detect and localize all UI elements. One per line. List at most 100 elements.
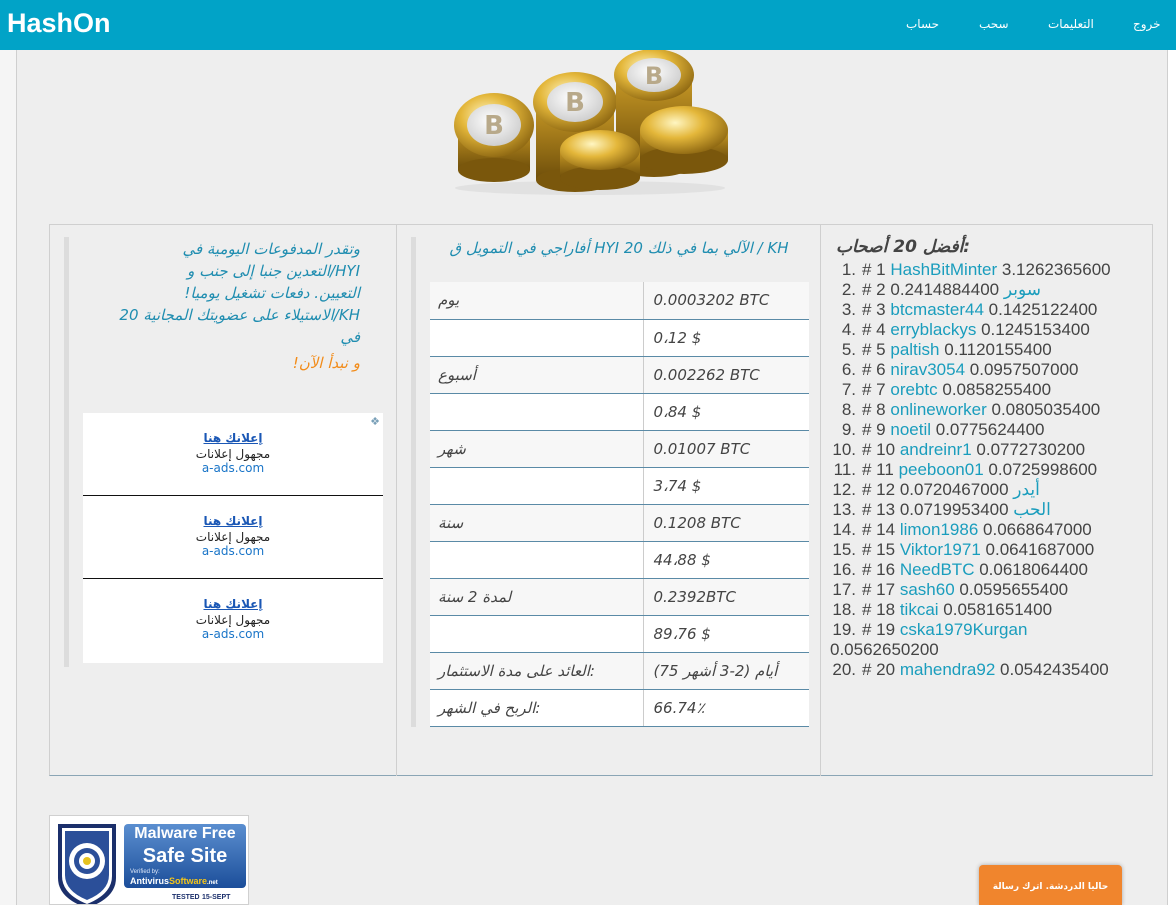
top-user-name[interactable]: HashBitMinter (890, 260, 997, 279)
ad-title[interactable]: إعلانك هنا (83, 579, 383, 611)
top-user-name[interactable]: orebtc (890, 380, 937, 399)
top-user-name[interactable]: peeboon01 (899, 460, 984, 479)
top-user-amount: 0.1245153400 (981, 320, 1090, 339)
top-user-number: 10. (832, 440, 856, 459)
top-user-name[interactable]: cska1979Kurgan (900, 620, 1028, 639)
top-user-entry: 13. # 13 0.0719953400 الحب (830, 500, 1130, 520)
top-user-rank: # 5 (862, 340, 886, 359)
top-user-amount: 0.2414884400 (890, 280, 1000, 299)
top-user-name[interactable]: tikcai (900, 600, 939, 619)
top-user-name[interactable]: erryblackys (890, 320, 976, 339)
ad-url[interactable]: a-ads.com (83, 627, 383, 641)
profit-period-label: أسبوع (430, 356, 644, 394)
top-user-number: 16. (832, 560, 856, 579)
ad-item[interactable]: إعلانك هنا مجهول إعلانات a-ads.com (83, 579, 383, 662)
profit-period-label: الربح في الشهر: (430, 689, 644, 727)
top-user-amount: 0.0542435400 (1000, 660, 1109, 679)
top-user-number: 12. (832, 480, 856, 499)
nav-link-withdraw[interactable]: سحب (979, 17, 1009, 31)
top-user-number: 5. (841, 340, 856, 359)
top-user-name[interactable]: paltish (890, 340, 939, 359)
top-user-name[interactable]: أيدر (1013, 480, 1040, 499)
top-user-name[interactable]: سوبر (1004, 280, 1041, 299)
profit-period-label (430, 393, 644, 431)
profit-value: 89،76 $ (643, 615, 809, 653)
top-user-entry: 19. # 19 cska1979Kurgan 0.0562650200 (830, 620, 1130, 660)
top-user-name[interactable]: sash60 (900, 580, 955, 599)
top-user-rank: # 19 (862, 620, 896, 639)
profit-value: 0.0003202 BTC (643, 282, 809, 320)
top-user-rank: # 14 (862, 520, 896, 539)
top-user-rank: # 17 (862, 580, 896, 599)
top-user-amount: 0.0957507000 (969, 360, 1079, 379)
top-user-number: 17. (832, 580, 856, 599)
top-user-amount: 0.0641687000 (985, 540, 1095, 559)
badge-title: Malware Free (134, 825, 236, 842)
top-user-entry: 7. # 7 orebtc 0.0858255400 (830, 380, 1130, 400)
top-user-name[interactable]: andreinr1 (900, 440, 972, 459)
profit-period-label (430, 467, 644, 505)
profit-period-label: شهر (430, 430, 644, 468)
malware-free-badge[interactable]: Malware Free Safe Site Verified by: Anti… (49, 815, 249, 905)
ad-subtitle: مجهول إعلانات (195, 530, 271, 544)
top-user-name[interactable]: onlineworker (890, 400, 986, 419)
top-user-amount: 0.0581651400 (943, 600, 1053, 619)
top-user-amount: 0.0668647000 (983, 520, 1092, 539)
top-user-amount: 0.0720467000 (899, 480, 1009, 499)
profit-value: (أيام (2-3 أشهر 75 (643, 652, 809, 690)
ad-item[interactable]: إعلانك هنا مجهول إعلانات a-ads.com (83, 413, 383, 496)
profit-period-label (430, 319, 644, 357)
top-user-name[interactable]: noetil (890, 420, 931, 439)
top-user-name[interactable]: Viktor1971 (900, 540, 981, 559)
bitcoin-coins-image: B B B (454, 50, 728, 195)
top-user-name[interactable]: limon1986 (900, 520, 978, 539)
profit-value: 0،84 $ (643, 393, 809, 431)
profit-value: 0.01007 BTC (643, 430, 809, 468)
badge-tested: TESTED (172, 894, 200, 901)
promo-cta[interactable]: و نبدأ الآن! (80, 352, 360, 374)
nav-link-logout[interactable]: خروج (1133, 17, 1161, 31)
left-gutter (0, 50, 17, 905)
top-user-entry: 6. # 6 nirav3054 0.0957507000 (830, 360, 1130, 380)
ad-title[interactable]: إعلانك هنا (83, 496, 383, 528)
ad-item[interactable]: إعلانك هنا مجهول إعلانات a-ads.com (83, 496, 383, 579)
top-user-name[interactable]: btcmaster44 (890, 300, 984, 319)
profit-value: 0،12 $ (643, 319, 809, 357)
top-user-amount: 0.0562650200 (830, 640, 939, 659)
brand-logo[interactable]: HashOn (7, 8, 111, 39)
top-user-name[interactable]: mahendra92 (900, 660, 995, 679)
profit-value: 3،74 $ (643, 467, 809, 505)
ad-url[interactable]: a-ads.com (83, 461, 383, 475)
top-user-amount: 0.1425122400 (988, 300, 1098, 319)
ad-title[interactable]: إعلانك هنا (83, 413, 383, 445)
top-user-entry: 18. # 18 tikcai 0.0581651400 (830, 600, 1130, 620)
top-user-name[interactable]: nirav3054 (890, 360, 965, 379)
top-user-entry: 12. # 12 0.0720467000 أيدر (830, 480, 1130, 500)
top-user-amount: 0.0858255400 (942, 380, 1052, 399)
nav-link-account[interactable]: حساب (906, 17, 939, 31)
top-user-entry: 3. # 3 btcmaster44 0.1425122400 (830, 300, 1130, 320)
top-user-amount: 0.0772730200 (976, 440, 1086, 459)
top-user-name[interactable]: الحب (1013, 500, 1051, 519)
top-user-number: 3. (841, 300, 856, 319)
top-user-name[interactable]: NeedBTC (900, 560, 975, 579)
profit-period-label: يوم (430, 282, 644, 320)
ad-url[interactable]: a-ads.com (83, 544, 383, 558)
top-user-amount: 0.1120155400 (944, 340, 1052, 359)
ad-subtitle: مجهول إعلانات (195, 447, 271, 461)
top-user-number: 18. (832, 600, 856, 619)
top-user-rank: # 1 (862, 260, 886, 279)
promo-line-3: التعيين. دفعات تشغيل يوميا! (184, 284, 360, 302)
top-user-entry: 15. # 15 Viktor1971 0.0641687000 (830, 540, 1130, 560)
top-user-rank: # 7 (862, 380, 886, 399)
top-user-entry: 16. # 16 NeedBTC 0.0618064400 (830, 560, 1130, 580)
top-user-entry: 11. # 11 peeboon01 0.0725998600 (830, 460, 1130, 480)
live-chat-button[interactable]: حاليا الدردشة. اترك رسالة (979, 865, 1122, 905)
badge-brand-b: Software (169, 876, 208, 886)
ad-subtitle: مجهول إعلانات (195, 613, 271, 627)
right-gutter (1167, 50, 1176, 905)
top-user-rank: # 3 (862, 300, 886, 319)
nav-link-instructions[interactable]: التعليمات (1048, 17, 1094, 31)
top-user-rank: # 6 (862, 360, 886, 379)
top-user-amount: 3.1262365600 (1001, 260, 1111, 279)
